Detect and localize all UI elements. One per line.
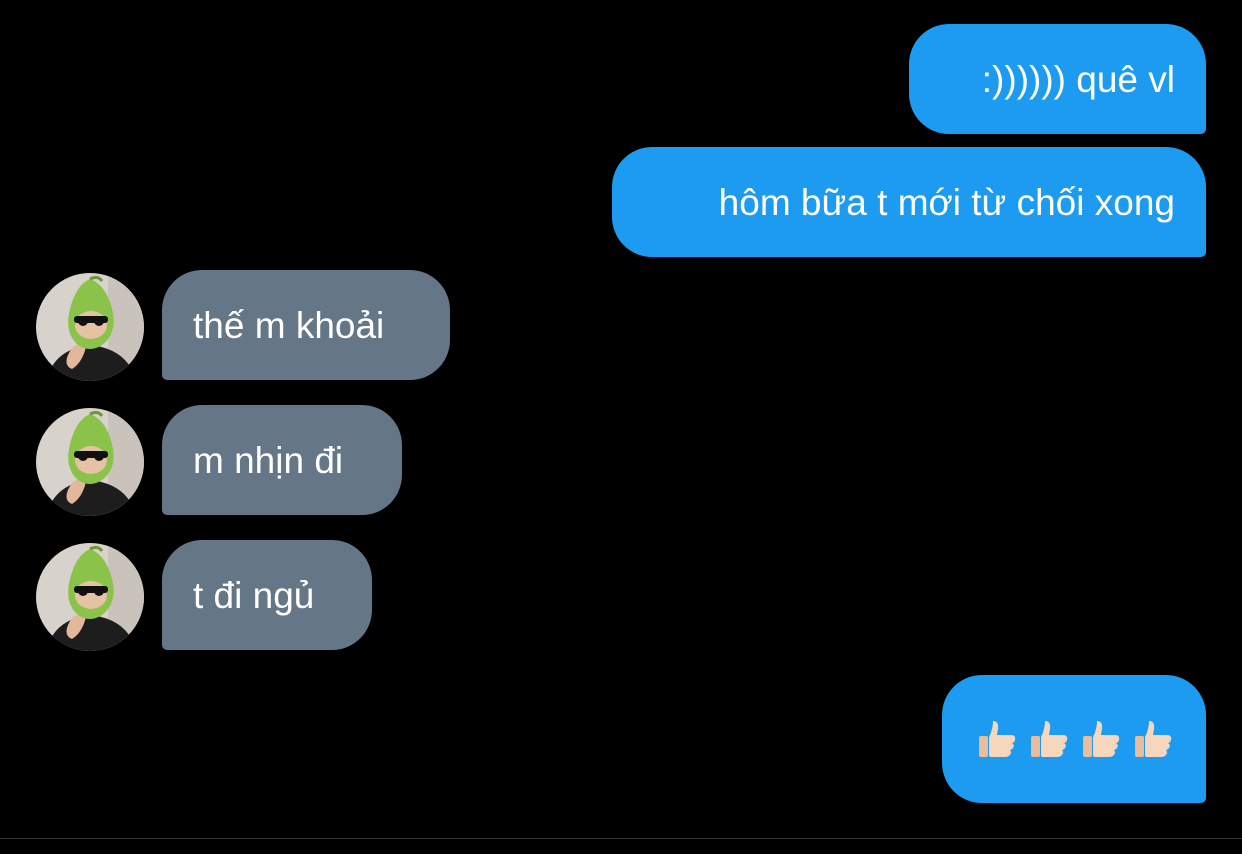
- message-bubble-incoming[interactable]: m nhịn đi: [162, 405, 402, 515]
- thumbs-up-icon: [1079, 717, 1123, 761]
- message-text: m nhịn đi: [193, 439, 344, 481]
- message-text: :)))))) quê vl: [981, 58, 1175, 100]
- message-bubble-outgoing[interactable]: hôm bữa t mới từ chối xong: [612, 147, 1206, 257]
- message-text: hôm bữa t mới từ chối xong: [718, 181, 1175, 223]
- message-bubble-outgoing[interactable]: [942, 675, 1206, 803]
- thumbs-up-icon: [1027, 717, 1071, 761]
- message-thread: :)))))) quê vl hôm bữa t mới từ chối xon…: [0, 0, 1242, 838]
- message-text: t đi ngủ: [193, 574, 315, 616]
- thumbs-up-icon: [1131, 717, 1175, 761]
- message-bubble-incoming[interactable]: t đi ngủ: [162, 540, 372, 650]
- message-text: thế m khoải: [193, 304, 385, 346]
- thumbs-up-icon: [975, 717, 1019, 761]
- divider: [0, 838, 1242, 839]
- avatar-icon[interactable]: [36, 543, 144, 651]
- avatar-icon[interactable]: [36, 408, 144, 516]
- message-bubble-incoming[interactable]: thế m khoải: [162, 270, 450, 380]
- emoji-group: [975, 717, 1175, 761]
- avatar-icon[interactable]: [36, 273, 144, 381]
- message-bubble-outgoing[interactable]: :)))))) quê vl: [909, 24, 1206, 134]
